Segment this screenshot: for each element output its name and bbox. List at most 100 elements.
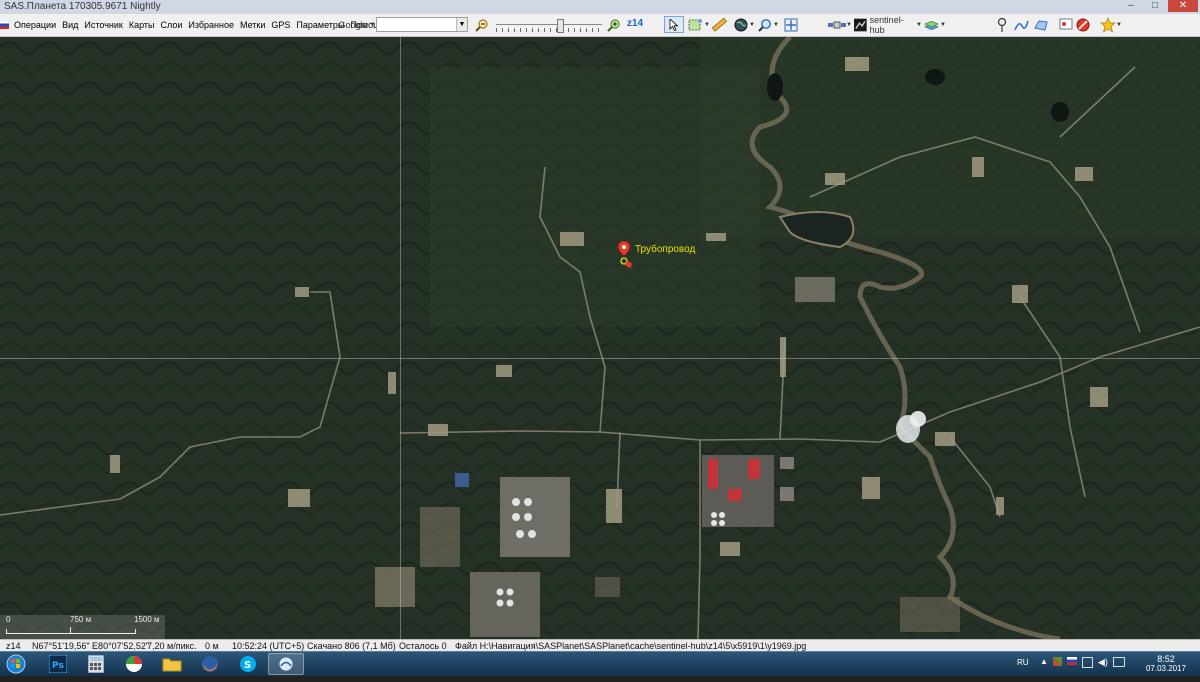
menu-source[interactable]: Источник <box>81 20 125 30</box>
select-area-icon <box>688 18 702 30</box>
search-map-button[interactable] <box>756 16 774 33</box>
taskbar-media-app[interactable] <box>116 653 152 675</box>
zoom-out-icon <box>475 18 488 32</box>
search-input[interactable]: ▼ <box>376 17 468 32</box>
menu-layers[interactable]: Слои <box>157 20 185 30</box>
search-provider-label: Google <box>338 19 368 30</box>
skype-icon: S <box>240 656 256 672</box>
language-indicator[interactable]: RU <box>1017 658 1029 682</box>
taskbar-skype[interactable]: S <box>230 653 266 675</box>
folder-icon <box>162 658 182 672</box>
system-tray: ▲ ◀) <box>1040 657 1125 681</box>
chevron-down-icon: ▼ <box>369 21 376 28</box>
ruler-icon <box>711 17 727 32</box>
add-placemark-button[interactable] <box>994 16 1010 33</box>
zoom-in-button[interactable] <box>606 16 622 33</box>
tray-app-icon[interactable] <box>1052 657 1062 666</box>
polygon-icon <box>1034 19 1048 31</box>
placemark[interactable] <box>617 241 637 271</box>
cursor-arrow-icon <box>669 18 679 31</box>
globe-button[interactable] <box>732 16 750 33</box>
globe-icon <box>734 18 748 31</box>
minimize-button[interactable]: – <box>1120 0 1142 12</box>
select-area-button[interactable] <box>686 16 706 33</box>
start-button[interactable] <box>2 653 30 675</box>
pointer-tool-button[interactable] <box>664 16 684 33</box>
window-controls: – □ ✕ <box>1118 0 1198 14</box>
clock-date: 07.03.2017 <box>1145 664 1186 673</box>
search-provider-dropdown[interactable]: Google ▼ <box>338 16 376 33</box>
svg-text:Ps: Ps <box>52 661 64 671</box>
placemark-manager-icon <box>1059 18 1073 29</box>
ruler-button[interactable] <box>710 16 728 33</box>
fullscreen-button[interactable] <box>782 16 800 33</box>
satellite-button[interactable] <box>826 16 848 33</box>
tray-arrow-icon[interactable]: ▲ <box>1040 657 1048 681</box>
sas-planet-icon <box>278 656 294 672</box>
favorites-button[interactable]: ▼ <box>1100 16 1122 33</box>
zoom-slider-thumb[interactable] <box>556 19 564 33</box>
russian-flag-icon[interactable] <box>1066 657 1077 665</box>
menu-favorites[interactable]: Избранное <box>185 20 237 30</box>
add-polygon-button[interactable] <box>1032 16 1050 33</box>
satellite-map-image <box>0 37 1200 639</box>
menu-gps[interactable]: GPS <box>268 20 293 30</box>
svg-text:S: S <box>244 660 251 671</box>
layers-icon <box>924 20 939 30</box>
pin-icon <box>997 17 1007 32</box>
close-button[interactable]: ✕ <box>1168 0 1198 12</box>
chevron-down-icon[interactable]: ▼ <box>846 16 852 33</box>
zoom-level-label: z14 <box>627 18 644 29</box>
menu-toolbar: Операции Вид Источник Карты Слои Избранн… <box>0 14 1200 37</box>
menu-maps[interactable]: Карты <box>126 20 158 30</box>
scale-tick-2: 1500 м <box>134 615 160 624</box>
map-source-dropdown[interactable]: sentinel-hub ▼ <box>854 15 922 35</box>
volume-icon[interactable]: ◀) <box>1098 657 1108 681</box>
clock-time: 8:52 <box>1157 654 1175 664</box>
crosshair-vertical <box>400 37 401 639</box>
zoom-slider[interactable] <box>494 17 604 33</box>
menu-operations[interactable]: Операции <box>11 20 59 30</box>
network-icon[interactable] <box>1112 657 1125 667</box>
russian-flag-icon <box>0 21 9 29</box>
main-menu: Операции Вид Источник Карты Слои Избранн… <box>0 14 388 36</box>
taskbar-firefox[interactable] <box>192 653 228 675</box>
taskbar-clock[interactable]: 8:52 07.03.2017 <box>1146 654 1186 674</box>
no-entry-icon <box>1076 18 1090 31</box>
satellite-icon <box>828 21 846 28</box>
taskbar-photoshop[interactable]: Ps <box>40 653 76 675</box>
crosshair-horizontal <box>0 358 1200 359</box>
scale-tick-1: 750 м <box>70 615 92 624</box>
path-icon <box>1014 20 1029 30</box>
chevron-down-icon: ▼ <box>916 21 922 28</box>
scale-bar: 0 750 м 1500 м <box>0 615 165 639</box>
layers-button[interactable]: ▼ <box>924 16 946 33</box>
menu-marks[interactable]: Метки <box>237 20 268 30</box>
taskbar-sas-planet[interactable] <box>268 653 304 675</box>
taskbar-calculator[interactable] <box>78 653 114 675</box>
add-path-button[interactable] <box>1012 16 1030 33</box>
taskbar-explorer[interactable] <box>154 653 190 675</box>
magnifier-icon <box>758 18 771 32</box>
chevron-down-icon: ▼ <box>940 21 946 28</box>
placemark-label: Трубопровод <box>635 244 696 255</box>
zoom-out-button[interactable] <box>474 16 490 33</box>
chevron-down-icon[interactable]: ▼ <box>749 16 755 33</box>
expand-icon <box>784 18 798 31</box>
action-center-icon[interactable] <box>1081 657 1093 668</box>
media-player-icon <box>126 656 142 672</box>
placemark-manager-button[interactable] <box>1058 16 1074 33</box>
map-view[interactable]: Трубопровод 0 750 м 1500 м <box>0 37 1200 639</box>
firefox-icon <box>202 656 218 672</box>
maximize-button[interactable]: □ <box>1144 0 1166 12</box>
chevron-down-icon: ▼ <box>1116 21 1122 28</box>
photoshop-icon: Ps <box>49 655 67 673</box>
star-icon <box>1100 16 1116 33</box>
menu-view[interactable]: Вид <box>59 20 81 30</box>
delete-placemarks-button[interactable] <box>1075 16 1091 33</box>
title-bar: SAS.Планета 170305.9671 Nightly – □ ✕ <box>0 0 1200 14</box>
chevron-down-icon[interactable]: ▼ <box>773 16 779 33</box>
calculator-icon <box>88 655 104 673</box>
chevron-down-icon[interactable]: ▼ <box>456 18 467 31</box>
map-pin-icon <box>617 241 633 270</box>
